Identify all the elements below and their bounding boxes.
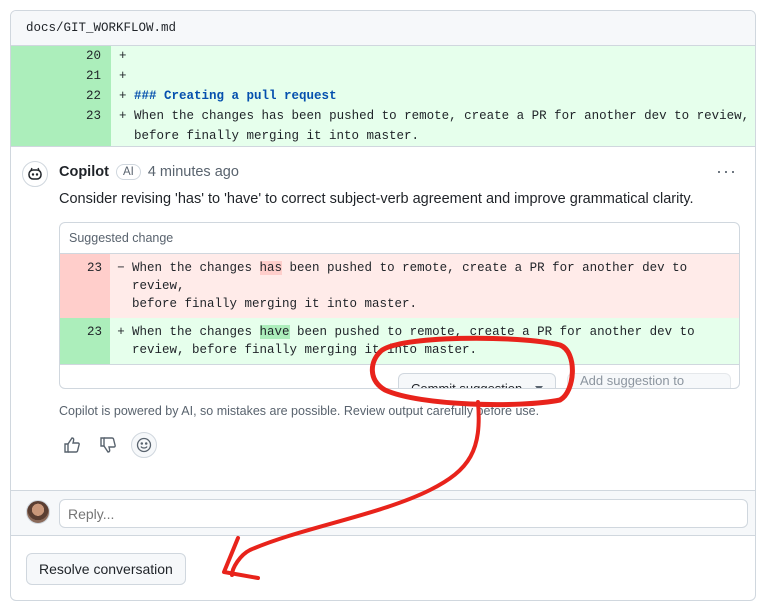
comment-header: Copilot AI 4 minutes ago (59, 164, 239, 180)
added-code: When the changes have been pushed to rem… (132, 325, 695, 357)
review-thread-card: docs/GIT_WORKFLOW.md 20 + 21 + 22 + ### … (10, 10, 756, 601)
diff-hunk: 20 + 21 + 22 + ### Creating a pull reque… (11, 46, 755, 146)
reply-bar (11, 490, 755, 536)
suggestion-removed-line: 23 − When the changes has been pushed to… (60, 254, 739, 318)
suggestion-actions: Commit suggestion Add suggestion to batc… (60, 364, 739, 388)
diff-sign: + (117, 325, 125, 339)
smiley-icon[interactable] (131, 432, 157, 458)
line-number: 23 (60, 318, 110, 364)
diff-line: 23 + When the changes has been pushed to… (11, 106, 755, 146)
reply-input[interactable] (59, 499, 748, 528)
suggested-change-header: Suggested change (60, 223, 739, 254)
diff-code: + (119, 69, 127, 83)
commit-suggestion-button[interactable]: Commit suggestion (398, 373, 556, 388)
diff-line: 21 + (11, 66, 755, 86)
copilot-icon[interactable] (22, 161, 48, 187)
line-number[interactable]: 22 (11, 86, 111, 106)
comment-body: Consider revising 'has' to 'have' to cor… (59, 191, 694, 207)
ai-disclaimer: Copilot is powered by AI, so mistakes ar… (59, 404, 540, 418)
thumbs-up-icon[interactable] (59, 432, 85, 458)
diff-code: + ### Creating a pull request (119, 89, 337, 103)
diff-line: 22 + ### Creating a pull request (11, 86, 755, 106)
diff-line: 20 + (11, 46, 755, 66)
triangle-down-icon[interactable] (535, 385, 543, 388)
diff-code: + (119, 49, 127, 63)
diff-sign: − (117, 261, 125, 275)
copilot-comment: Copilot AI 4 minutes ago ··· Consider re… (11, 146, 755, 489)
removed-code: When the changes has been pushed to remo… (132, 261, 688, 311)
line-number[interactable]: 20 (11, 46, 111, 66)
file-path[interactable]: docs/GIT_WORKFLOW.md (26, 21, 176, 35)
kebab-horizontal-icon[interactable]: ··· (716, 161, 737, 182)
file-path-header[interactable]: docs/GIT_WORKFLOW.md (11, 11, 755, 46)
add-suggestion-to-batch-button[interactable]: Add suggestion to batch (567, 373, 731, 388)
comment-reactions (59, 432, 157, 458)
diff-code: + When the changes has been pushed to re… (119, 109, 750, 143)
line-number[interactable]: 23 (11, 106, 111, 146)
suggested-change-block: Suggested change 23 − When the changes h… (59, 222, 740, 389)
comment-timestamp[interactable]: 4 minutes ago (148, 164, 239, 180)
suggestion-added-line: 23 + When the changes have been pushed t… (60, 318, 739, 364)
thumbs-down-icon[interactable] (95, 432, 121, 458)
line-number: 23 (60, 254, 110, 318)
ai-badge: AI (115, 164, 141, 180)
resolve-conversation-button[interactable]: Resolve conversation (26, 553, 186, 585)
avatar[interactable] (26, 500, 50, 524)
comment-author[interactable]: Copilot (59, 164, 109, 180)
line-number[interactable]: 21 (11, 66, 111, 86)
